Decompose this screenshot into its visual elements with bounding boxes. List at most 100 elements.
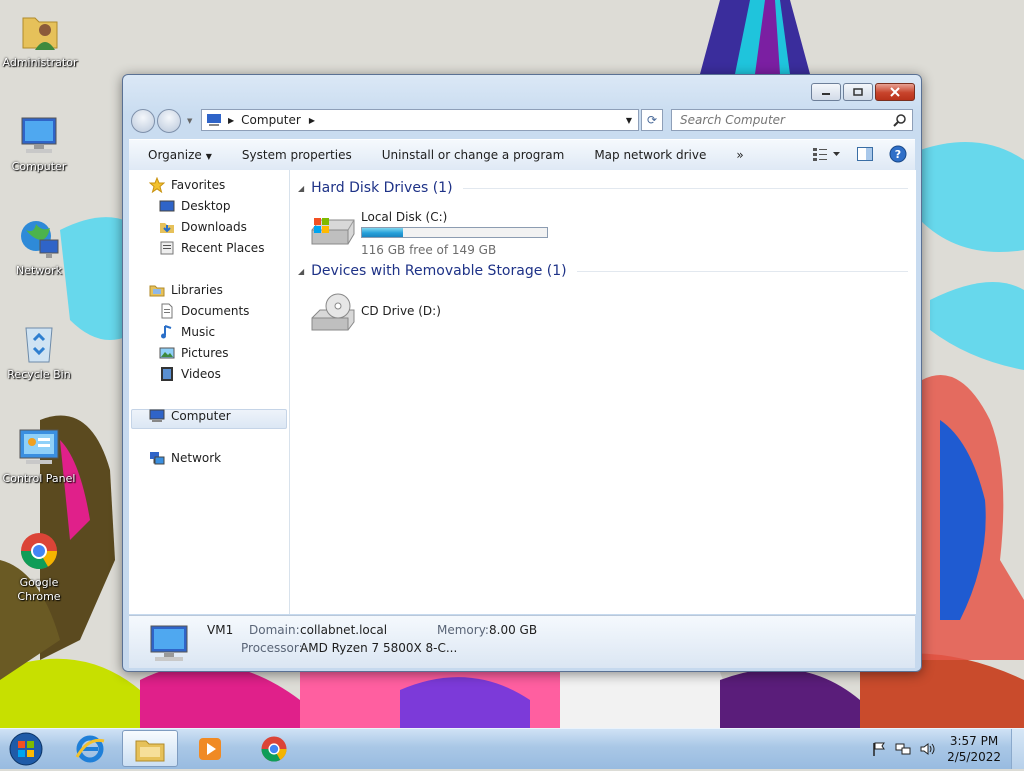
notification-area: 3:57 PM 2/5/2022 xyxy=(867,729,1024,769)
volume-icon[interactable] xyxy=(919,741,935,757)
map-network-drive-button[interactable]: Map network drive xyxy=(579,148,721,162)
processor-label: Processor: xyxy=(241,641,303,655)
nav-item-network[interactable]: Network xyxy=(149,448,221,468)
collapse-icon[interactable]: ◢ xyxy=(298,184,304,193)
close-button[interactable] xyxy=(875,83,915,101)
nav-item-computer[interactable]: Computer xyxy=(149,406,231,426)
system-properties-button[interactable]: System properties xyxy=(227,148,367,162)
nav-item-desktop[interactable]: Desktop xyxy=(159,196,231,216)
taskbar-internet-explorer[interactable] xyxy=(62,730,118,767)
folder-icon xyxy=(135,740,165,761)
minimize-icon xyxy=(822,93,830,95)
start-button[interactable] xyxy=(6,730,46,768)
desktop-icon-network[interactable]: Network xyxy=(0,216,79,278)
minimize-button[interactable] xyxy=(811,83,841,101)
chrome-icon xyxy=(20,533,58,570)
desktop-icon-computer[interactable]: Computer xyxy=(0,112,79,174)
nav-label: Network xyxy=(171,451,222,465)
desktop-icon-label: Recycle Bin xyxy=(7,368,71,381)
recent-places-icon xyxy=(160,241,174,255)
group-title: Hard Disk Drives (1) xyxy=(311,180,453,196)
computer-icon xyxy=(21,117,57,153)
address-dropdown-icon[interactable]: ▼ xyxy=(626,116,632,125)
nav-label: Videos xyxy=(181,367,221,381)
drive-cd-d[interactable]: CD Drive (D:) xyxy=(308,292,548,338)
nav-item-music[interactable]: Music xyxy=(159,322,215,342)
memory-label: Memory: xyxy=(437,623,489,637)
taskbar-media-player[interactable] xyxy=(182,730,238,767)
nav-item-libraries[interactable]: Libraries xyxy=(149,280,223,300)
breadcrumb-separator-icon[interactable]: ▶ xyxy=(228,116,234,125)
nav-item-documents[interactable]: Documents xyxy=(159,301,249,321)
computer-icon xyxy=(149,409,165,422)
help-button[interactable]: ? xyxy=(889,145,907,166)
nav-item-pictures[interactable]: Pictures xyxy=(159,343,229,363)
explorer-window[interactable]: ▼ ▶ Computer ▶ ▼ ⟳ Organize▼ System prop… xyxy=(122,74,922,672)
organize-label: Organize xyxy=(148,148,202,162)
nav-label: Libraries xyxy=(171,283,223,297)
nav-item-videos[interactable]: Videos xyxy=(159,364,221,384)
internet-explorer-icon xyxy=(75,735,105,762)
maximize-button[interactable] xyxy=(843,83,873,101)
view-controls: ? xyxy=(805,145,915,166)
star-icon xyxy=(149,177,165,193)
computer-name: VM1 xyxy=(207,623,234,637)
breadcrumb-computer[interactable]: Computer xyxy=(241,113,301,127)
forward-button[interactable] xyxy=(157,109,181,133)
desktop-icon-recycle-bin[interactable]: Recycle Bin xyxy=(0,320,79,382)
organize-button[interactable]: Organize ▼ xyxy=(129,148,227,162)
content-pane: ◢ Hard Disk Drives (1) Local Disk (C:) 1… xyxy=(290,170,916,614)
caption-buttons xyxy=(809,83,915,101)
help-icon: ? xyxy=(889,145,907,162)
group-header-hard-disk-drives[interactable]: ◢ Hard Disk Drives (1) xyxy=(298,180,908,196)
collapse-icon[interactable]: ◢ xyxy=(298,267,304,276)
desktop-icon-label: Network xyxy=(16,264,62,277)
preview-pane-button[interactable] xyxy=(857,146,873,164)
nav-label: Documents xyxy=(181,304,250,318)
search-icon[interactable] xyxy=(893,113,907,127)
nav-label: Pictures xyxy=(181,346,229,360)
address-bar[interactable]: ▶ Computer ▶ ▼ xyxy=(201,109,639,131)
cd-drive-icon xyxy=(311,293,355,331)
command-bar: Organize ▼ System properties Uninstall or… xyxy=(129,139,915,171)
nav-label: Downloads xyxy=(181,220,247,234)
nav-item-favorites[interactable]: Favorites xyxy=(149,175,225,195)
domain-value: collabnet.local xyxy=(300,623,388,637)
maximize-icon xyxy=(853,88,863,96)
desktop-icon-label: Computer xyxy=(11,160,67,173)
nav-item-recent-places[interactable]: Recent Places xyxy=(159,238,264,258)
nav-label: Computer xyxy=(171,409,231,423)
taskbar: 3:57 PM 2/5/2022 xyxy=(0,728,1024,769)
desktop-icon-administrator[interactable]: Administrator xyxy=(0,8,80,70)
desktop-icon-google-chrome[interactable]: Google Chrome xyxy=(0,528,79,604)
search-input[interactable] xyxy=(671,109,913,131)
recent-pages-dropdown[interactable]: ▼ xyxy=(187,117,192,125)
action-center-flag-icon[interactable] xyxy=(871,741,887,757)
more-commands-button[interactable]: » xyxy=(721,148,758,162)
music-icon xyxy=(161,325,172,339)
taskbar-windows-explorer[interactable] xyxy=(122,730,178,767)
network-icon xyxy=(150,452,165,465)
breadcrumb-separator-icon[interactable]: ▶ xyxy=(309,116,315,125)
group-divider xyxy=(462,187,908,189)
drive-local-disk-c[interactable]: Local Disk (C:) 116 GB free of 149 GB xyxy=(308,208,548,257)
change-view-button[interactable] xyxy=(813,147,841,164)
network-status-icon[interactable] xyxy=(895,741,911,757)
refresh-button[interactable]: ⟳ xyxy=(641,109,663,131)
drive-usage-bar xyxy=(361,227,548,238)
nav-item-downloads[interactable]: Downloads xyxy=(159,217,247,237)
desktop-icon-control-panel[interactable]: Control Panel xyxy=(0,424,79,486)
uninstall-program-button[interactable]: Uninstall or change a program xyxy=(367,148,580,162)
drive-free-space: 116 GB free of 149 GB xyxy=(361,243,497,257)
group-header-removable-storage[interactable]: ◢ Devices with Removable Storage (1) xyxy=(298,263,908,279)
show-desktop-button[interactable] xyxy=(1011,729,1024,769)
taskbar-google-chrome[interactable] xyxy=(246,730,302,767)
libraries-icon xyxy=(149,285,165,297)
svg-text:?: ? xyxy=(895,148,901,161)
back-button[interactable] xyxy=(131,109,155,133)
nav-label: Recent Places xyxy=(181,241,265,255)
chevron-down-icon: ▼ xyxy=(205,152,212,161)
system-clock[interactable]: 3:57 PM 2/5/2022 xyxy=(947,733,1001,765)
desktop-icon-label: Control Panel xyxy=(2,472,76,485)
desktop-icon xyxy=(159,200,175,212)
